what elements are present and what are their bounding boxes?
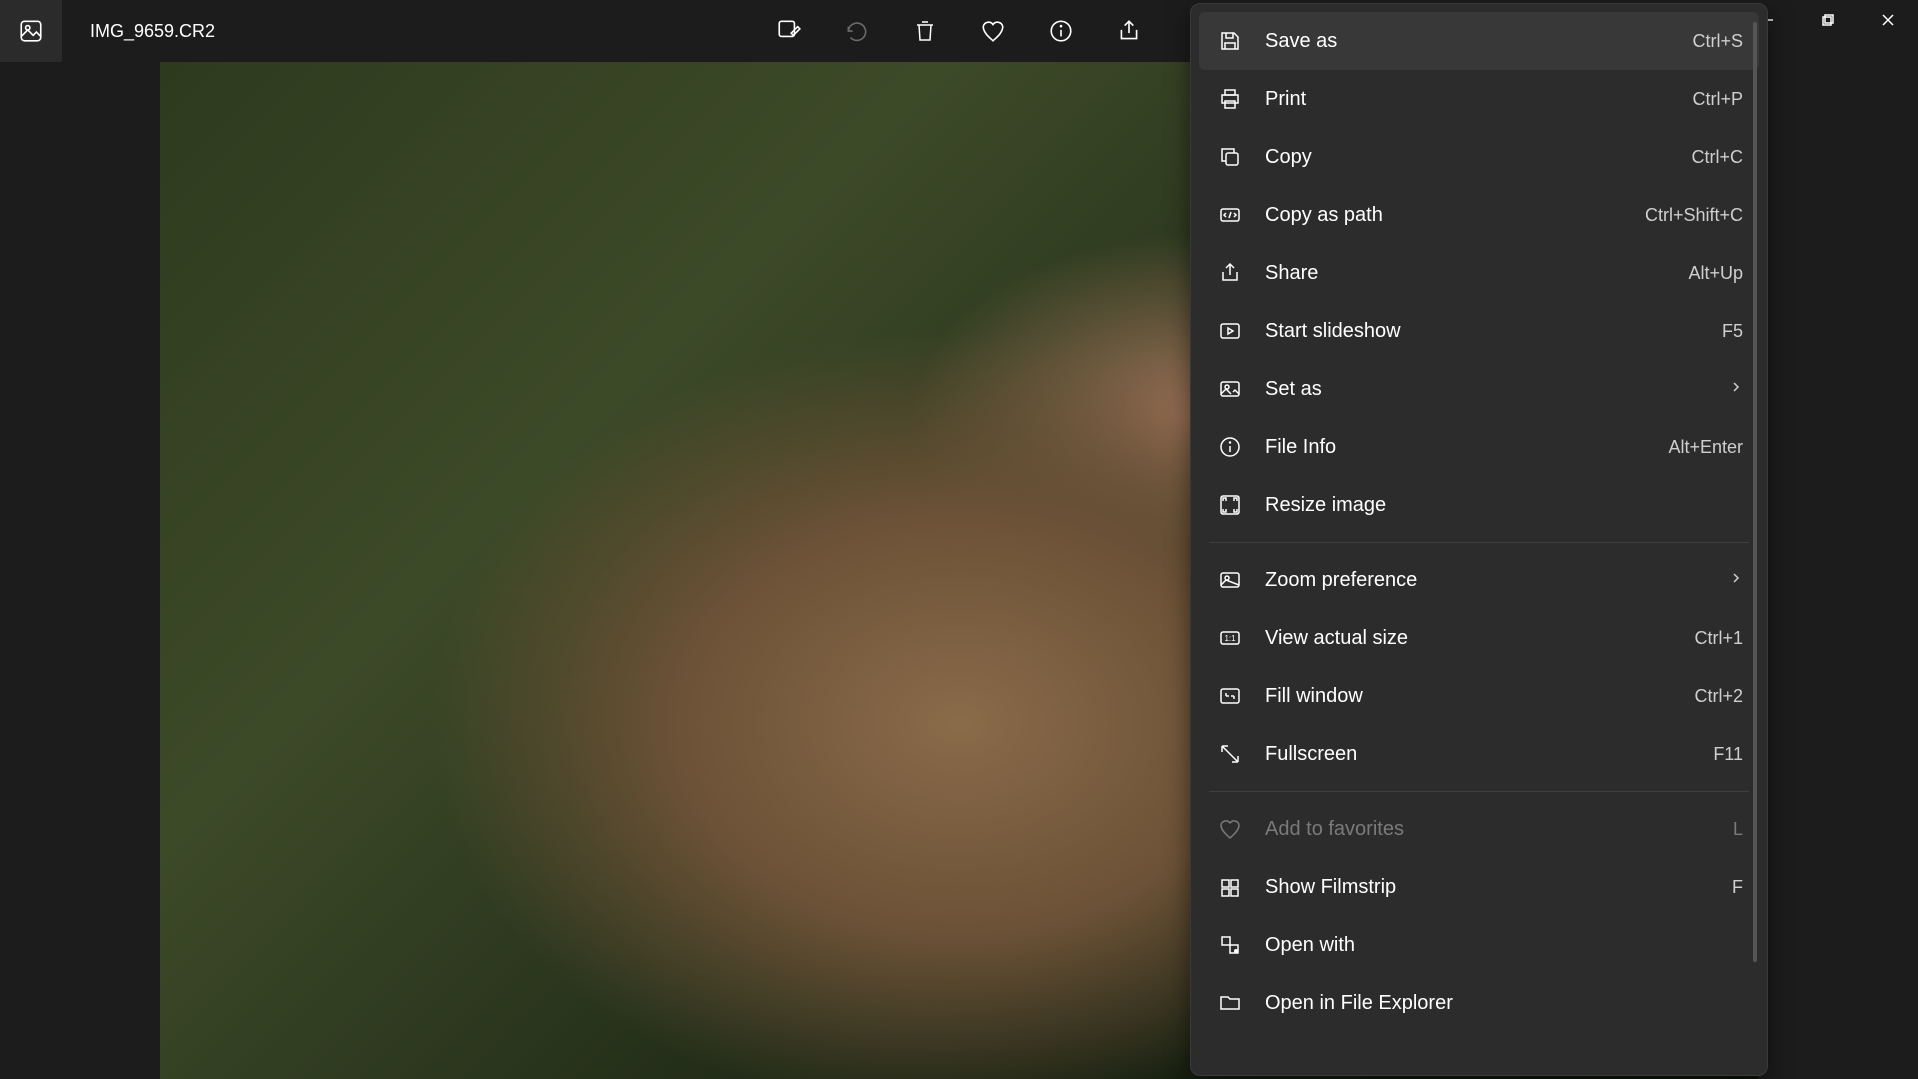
favorite-button[interactable] — [973, 11, 1013, 51]
menu-item-open-in-file-explorer[interactable]: Open in File Explorer — [1199, 974, 1759, 1032]
file-explorer-icon — [1215, 988, 1245, 1018]
save-as-icon — [1215, 26, 1245, 56]
menu-shortcut: Ctrl+S — [1692, 31, 1743, 52]
menu-shortcut: Ctrl+1 — [1694, 628, 1743, 649]
menu-item-open-with[interactable]: Open with — [1199, 916, 1759, 974]
menu-item-file-info[interactable]: File Info Alt+Enter — [1199, 418, 1759, 476]
menu-scrollbar[interactable] — [1753, 22, 1757, 962]
fullscreen-icon — [1215, 739, 1245, 769]
file-info-icon — [1215, 432, 1245, 462]
print-icon — [1215, 84, 1245, 114]
menu-item-print[interactable]: Print Ctrl+P — [1199, 70, 1759, 128]
chevron-right-icon — [1729, 571, 1743, 590]
menu-item-share[interactable]: Share Alt+Up — [1199, 244, 1759, 302]
menu-label: Fullscreen — [1265, 743, 1713, 766]
heart-icon — [980, 18, 1006, 44]
open-with-icon — [1215, 930, 1245, 960]
menu-shortcut: Ctrl+Shift+C — [1645, 205, 1743, 226]
menu-label: File Info — [1265, 436, 1668, 459]
slideshow-icon — [1215, 316, 1245, 346]
menu-label: Start slideshow — [1265, 320, 1722, 343]
menu-label: Resize image — [1265, 494, 1743, 517]
svg-text:1:1: 1:1 — [1224, 634, 1236, 643]
menu-item-resize-image[interactable]: Resize image — [1199, 476, 1759, 534]
heart-menu-icon — [1215, 814, 1245, 844]
copy-path-icon — [1215, 200, 1245, 230]
menu-item-copy[interactable]: Copy Ctrl+C — [1199, 128, 1759, 186]
menu-label: Print — [1265, 88, 1692, 111]
filename-label: IMG_9659.CR2 — [90, 21, 215, 42]
menu-item-start-slideshow[interactable]: Start slideshow F5 — [1199, 302, 1759, 360]
rotate-button[interactable] — [837, 11, 877, 51]
menu-shortcut: Ctrl+C — [1691, 147, 1743, 168]
filmstrip-icon — [1215, 872, 1245, 902]
menu-item-save-as[interactable]: Save as Ctrl+S — [1199, 12, 1759, 70]
menu-divider — [1209, 791, 1749, 792]
info-button[interactable] — [1041, 11, 1081, 51]
menu-label: Show Filmstrip — [1265, 876, 1732, 899]
menu-item-copy-as-path[interactable]: Copy as path Ctrl+Shift+C — [1199, 186, 1759, 244]
set-as-icon — [1215, 374, 1245, 404]
zoom-pref-icon — [1215, 565, 1245, 595]
menu-shortcut: Ctrl+2 — [1694, 686, 1743, 707]
menu-label: Zoom preference — [1265, 569, 1729, 592]
photos-app-icon — [18, 18, 44, 44]
trash-icon — [913, 18, 937, 44]
menu-item-show-filmstrip[interactable]: Show Filmstrip F — [1199, 858, 1759, 916]
menu-shortcut: F11 — [1713, 744, 1743, 765]
edit-icon — [776, 18, 802, 44]
menu-shortcut: Alt+Up — [1688, 263, 1743, 284]
menu-item-add-to-favorites: Add to favorites L — [1199, 800, 1759, 858]
app-icon-button[interactable] — [0, 0, 62, 62]
menu-shortcut: Alt+Enter — [1668, 437, 1743, 458]
menu-label: Set as — [1265, 378, 1729, 401]
menu-item-fill-window[interactable]: Fill window Ctrl+2 — [1199, 667, 1759, 725]
menu-item-set-as[interactable]: Set as — [1199, 360, 1759, 418]
menu-label: Open in File Explorer — [1265, 992, 1743, 1015]
resize-icon — [1215, 490, 1245, 520]
delete-button[interactable] — [905, 11, 945, 51]
menu-label: Add to favorites — [1265, 818, 1733, 841]
menu-item-zoom-preference[interactable]: Zoom preference — [1199, 551, 1759, 609]
menu-item-fullscreen[interactable]: Fullscreen F11 — [1199, 725, 1759, 783]
menu-shortcut: F5 — [1722, 321, 1743, 342]
main-toolbar — [769, 0, 1149, 62]
menu-divider — [1209, 542, 1749, 543]
share-icon — [1116, 18, 1142, 44]
actual-size-icon: 1:1 — [1215, 623, 1245, 653]
share-button[interactable] — [1109, 11, 1149, 51]
maximize-button[interactable] — [1798, 0, 1858, 40]
share-menu-icon — [1215, 258, 1245, 288]
menu-label: Save as — [1265, 30, 1692, 53]
rotate-icon — [844, 18, 870, 44]
menu-shortcut: Ctrl+P — [1692, 89, 1743, 110]
menu-label: View actual size — [1265, 627, 1694, 650]
menu-label: Share — [1265, 262, 1688, 285]
menu-label: Copy — [1265, 146, 1691, 169]
menu-shortcut: L — [1733, 819, 1743, 840]
info-icon — [1048, 18, 1074, 44]
copy-icon — [1215, 142, 1245, 172]
chevron-right-icon — [1729, 380, 1743, 399]
edit-button[interactable] — [769, 11, 809, 51]
menu-item-view-actual-size[interactable]: 1:1 View actual size Ctrl+1 — [1199, 609, 1759, 667]
menu-label: Open with — [1265, 934, 1743, 957]
menu-label: Fill window — [1265, 685, 1694, 708]
fill-window-icon — [1215, 681, 1245, 711]
menu-shortcut: F — [1732, 877, 1743, 898]
close-icon — [1881, 13, 1895, 27]
more-options-menu: Save as Ctrl+S Print Ctrl+P Copy Ctrl+C … — [1190, 3, 1768, 1076]
close-button[interactable] — [1858, 0, 1918, 40]
menu-label: Copy as path — [1265, 204, 1645, 227]
maximize-icon — [1821, 13, 1835, 27]
